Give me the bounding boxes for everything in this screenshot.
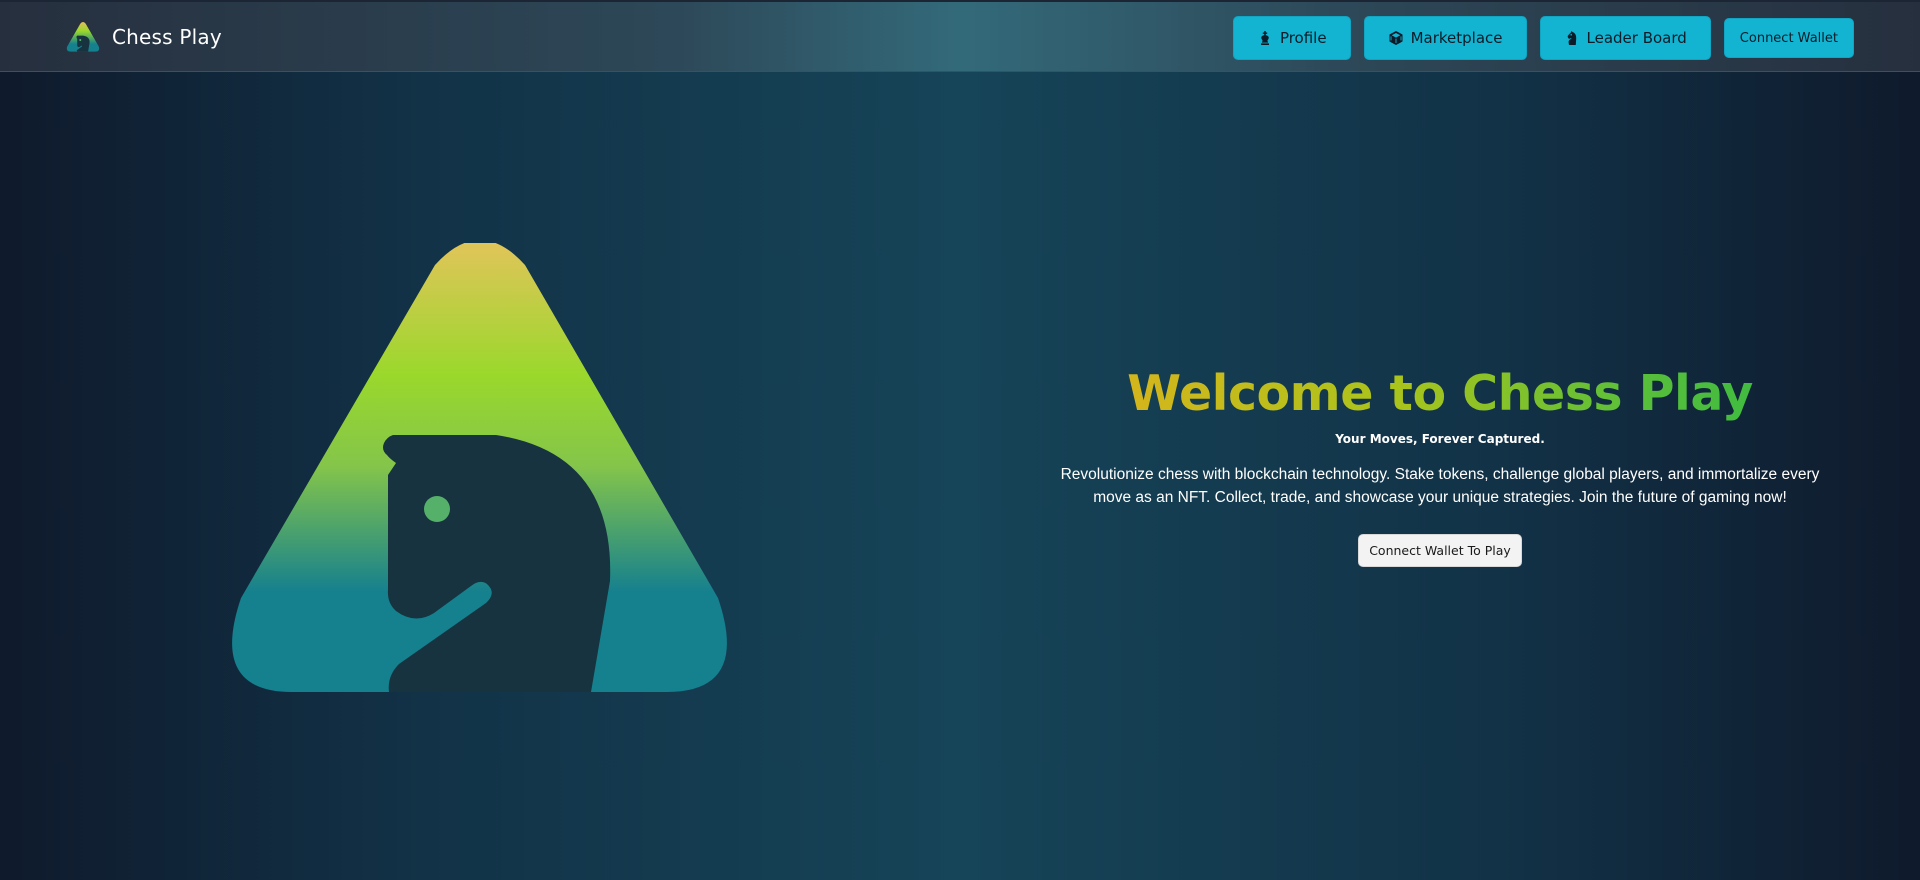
connect-wallet-to-play-button[interactable]: Connect Wallet To Play	[1358, 534, 1522, 567]
hero-section: Welcome to Chess Play Your Moves, Foreve…	[1040, 360, 1840, 567]
marketplace-label: Marketplace	[1410, 29, 1503, 47]
brand-name: Chess Play	[112, 25, 222, 49]
hero-title: Welcome to Chess Play	[1040, 360, 1840, 428]
chess-play-hero-logo	[232, 243, 727, 692]
leaderboard-button[interactable]: Leader Board	[1539, 16, 1711, 60]
knight-icon	[1567, 31, 1576, 45]
king-icon	[1260, 31, 1269, 45]
hero-description: Revolutionize chess with blockchain tech…	[1060, 466, 1820, 506]
chess-play-logo-icon	[66, 22, 100, 52]
leaderboard-label: Leader Board	[1586, 29, 1687, 47]
top-navbar: Chess Play Profile Marketplace Leader Bo…	[0, 0, 1920, 72]
hero-subtitle: Your Moves, Forever Captured.	[1335, 432, 1545, 446]
profile-label: Profile	[1279, 29, 1327, 47]
cube-icon	[1389, 31, 1403, 45]
connect-wallet-button[interactable]: Connect Wallet	[1723, 18, 1854, 58]
nav-buttons: Profile Marketplace Leader Board Connect…	[1232, 16, 1854, 60]
marketplace-button[interactable]: Marketplace	[1363, 16, 1527, 60]
profile-button[interactable]: Profile	[1232, 16, 1351, 60]
brand-link[interactable]: Chess Play	[66, 20, 222, 54]
